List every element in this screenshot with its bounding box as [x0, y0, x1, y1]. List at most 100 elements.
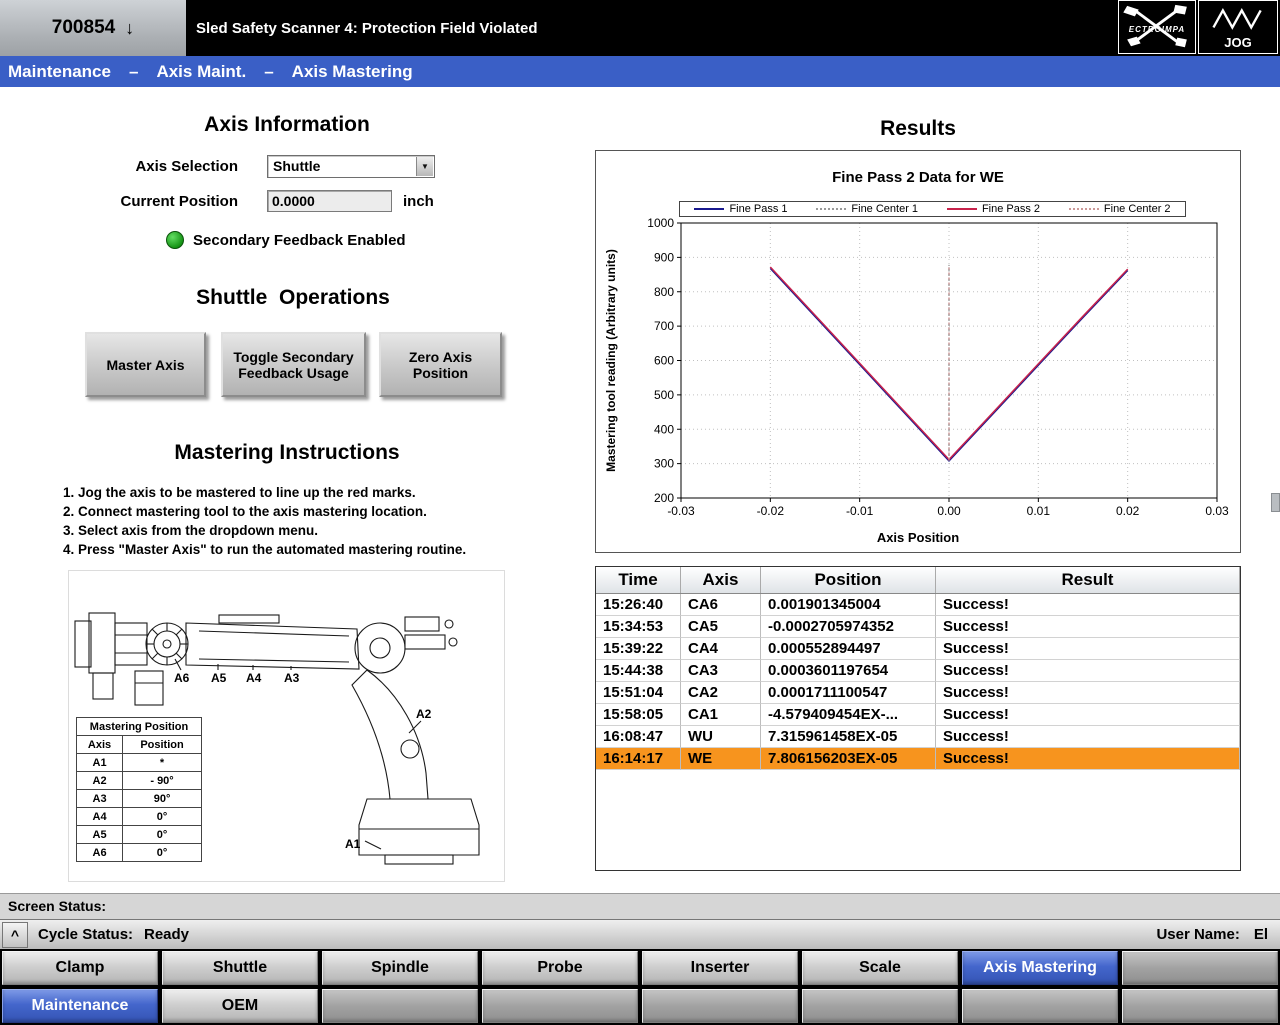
- result-row[interactable]: 15:58:05CA1-4.579409454EX-...Success!: [596, 704, 1240, 726]
- legend-line-sample: [1069, 208, 1099, 210]
- mastering-table-title: Mastering Position: [77, 718, 202, 736]
- chart-legend: Fine Pass 1Fine Center 1Fine Pass 2Fine …: [679, 201, 1186, 217]
- result-cell: 15:58:05: [596, 704, 681, 726]
- toggle-secondary-feedback-button[interactable]: Toggle Secondary Feedback Usage: [221, 332, 366, 397]
- softkey-maintenance[interactable]: Maintenance: [2, 989, 158, 1023]
- results-table-header: TimeAxisPositionResult: [596, 567, 1240, 594]
- breadcrumb-separator: –: [264, 62, 273, 82]
- top-alarm-bar: 700854 ↓ Sled Safety Scanner 4: Protecti…: [0, 0, 1280, 56]
- chart-y-axis-label: Mastering tool reading (Arbitrary units): [604, 223, 618, 498]
- softkey-inserter[interactable]: Inserter: [642, 951, 798, 985]
- instruction-step: 1. Jog the axis to be mastered to line u…: [63, 483, 543, 502]
- alarm-number-box[interactable]: 700854 ↓: [0, 0, 186, 56]
- operations-title: Shuttle Operations: [93, 286, 493, 310]
- alarm-down-arrow-icon[interactable]: ↓: [125, 18, 134, 39]
- collapse-chevron-icon[interactable]: ^: [2, 922, 28, 948]
- result-cell: 0.000552894497: [761, 638, 936, 660]
- mastering-position-table: Mastering Position Axis Position A1*A2- …: [76, 717, 202, 862]
- svg-text:600: 600: [654, 354, 674, 368]
- current-position-field[interactable]: [267, 190, 392, 212]
- jog-mode-indicator[interactable]: JOG: [1198, 0, 1278, 54]
- axis-selection-value: Shuttle: [273, 158, 320, 174]
- mastering-table-cell: A1: [77, 754, 123, 772]
- mastering-table-cell: *: [123, 754, 202, 772]
- softkey-empty-0-7[interactable]: [1122, 951, 1278, 985]
- results-chart: -0.03-0.02-0.010.000.010.020.03200300400…: [595, 150, 1241, 553]
- breadcrumb-item: Axis Maint.: [156, 62, 246, 82]
- softkey-scale[interactable]: Scale: [802, 951, 958, 985]
- result-cell: -4.579409454EX-...: [761, 704, 936, 726]
- softkey-empty-1-6[interactable]: [962, 989, 1118, 1023]
- softkey-empty-1-2[interactable]: [322, 989, 478, 1023]
- axis-selection-dropdown[interactable]: Shuttle ▼: [267, 155, 435, 178]
- softkey-empty-1-7[interactable]: [1122, 989, 1278, 1023]
- results-table-rows: 15:26:40CA60.001901345004Success!15:34:5…: [596, 594, 1240, 770]
- result-row[interactable]: 15:26:40CA60.001901345004Success!: [596, 594, 1240, 616]
- results-title: Results: [595, 117, 1241, 141]
- softkey-oem[interactable]: OEM: [162, 989, 318, 1023]
- cycle-status-bar: ^ Cycle Status: Ready User Name: El: [0, 919, 1280, 949]
- softkey-empty-1-4[interactable]: [642, 989, 798, 1023]
- chevron-down-icon[interactable]: ▼: [416, 157, 433, 176]
- result-cell: Success!: [936, 682, 1240, 704]
- cycle-status-value: Ready: [144, 920, 189, 950]
- svg-text:-0.03: -0.03: [667, 504, 695, 518]
- result-cell: Success!: [936, 638, 1240, 660]
- secondary-feedback-label: Secondary Feedback Enabled: [193, 232, 406, 249]
- legend-label: Fine Center 2: [1104, 203, 1171, 215]
- legend-item: Fine Pass 1: [694, 203, 787, 215]
- result-row[interactable]: 16:08:47WU7.315961458EX-05Success!: [596, 726, 1240, 748]
- axis-label-a2: A2: [416, 707, 431, 721]
- axis-label-a6: A6: [174, 671, 189, 685]
- mastering-table-cell: A4: [77, 808, 123, 826]
- result-cell: 15:51:04: [596, 682, 681, 704]
- result-cell: 7.806156203EX-05: [761, 748, 936, 770]
- secondary-feedback-led-icon: [166, 231, 184, 249]
- result-cell: Success!: [936, 594, 1240, 616]
- softkey-shuttle[interactable]: Shuttle: [162, 951, 318, 985]
- result-row[interactable]: 15:39:22CA40.000552894497Success!: [596, 638, 1240, 660]
- svg-text:0.02: 0.02: [1116, 504, 1140, 518]
- user-name-value: El: [1254, 920, 1268, 950]
- result-cell: -0.0002705974352: [761, 616, 936, 638]
- axis-information-title: Axis Information: [87, 113, 487, 137]
- result-column-header: Axis: [681, 567, 761, 593]
- result-cell: Success!: [936, 748, 1240, 770]
- brand-logo: ECTROIMPA: [1118, 0, 1196, 54]
- mastering-instructions-title: Mastering Instructions: [87, 441, 487, 465]
- softkey-empty-1-5[interactable]: [802, 989, 958, 1023]
- result-cell: 15:34:53: [596, 616, 681, 638]
- master-axis-button[interactable]: Master Axis: [85, 332, 206, 397]
- result-cell: CA1: [681, 704, 761, 726]
- alarm-number: 700854: [52, 17, 115, 39]
- result-row[interactable]: 15:44:38CA30.0003601197654Success!: [596, 660, 1240, 682]
- zero-axis-position-button[interactable]: Zero Axis Position: [379, 332, 502, 397]
- result-cell: CA3: [681, 660, 761, 682]
- softkey-empty-1-3[interactable]: [482, 989, 638, 1023]
- robot-diagram: A6 A5 A4 A3 A2 A1 Mastering Position Axi…: [68, 570, 505, 882]
- breadcrumb-item: Axis Mastering: [292, 62, 413, 82]
- svg-text:-0.02: -0.02: [757, 504, 785, 518]
- result-row[interactable]: 15:34:53CA5-0.0002705974352Success!: [596, 616, 1240, 638]
- result-column-header: Position: [761, 567, 936, 593]
- svg-text:0.00: 0.00: [937, 504, 961, 518]
- mastering-table-header-axis: Axis: [77, 736, 123, 754]
- chart-x-axis-label: Axis Position: [596, 530, 1240, 545]
- scrollbar-thumb[interactable]: [1271, 493, 1280, 512]
- result-cell: CA5: [681, 616, 761, 638]
- user-name-label: User Name:: [1156, 920, 1239, 950]
- svg-text:900: 900: [654, 250, 674, 264]
- softkey-clamp[interactable]: Clamp: [2, 951, 158, 985]
- result-row-selected[interactable]: 16:14:17WE7.806156203EX-05Success!: [596, 748, 1240, 770]
- mastering-table-cell: 0°: [123, 826, 202, 844]
- softkey-probe[interactable]: Probe: [482, 951, 638, 985]
- jog-zigzag-icon: [1199, 1, 1277, 35]
- instruction-step: 3. Select axis from the dropdown menu.: [63, 521, 543, 540]
- user-name: User Name: El: [1156, 920, 1268, 950]
- result-row[interactable]: 15:51:04CA20.0001711100547Success!: [596, 682, 1240, 704]
- softkey-axis-mastering[interactable]: Axis Mastering: [962, 951, 1118, 985]
- softkey-spindle[interactable]: Spindle: [322, 951, 478, 985]
- mastering-table-row: A60°: [77, 844, 202, 862]
- result-cell: 16:14:17: [596, 748, 681, 770]
- result-cell: Success!: [936, 704, 1240, 726]
